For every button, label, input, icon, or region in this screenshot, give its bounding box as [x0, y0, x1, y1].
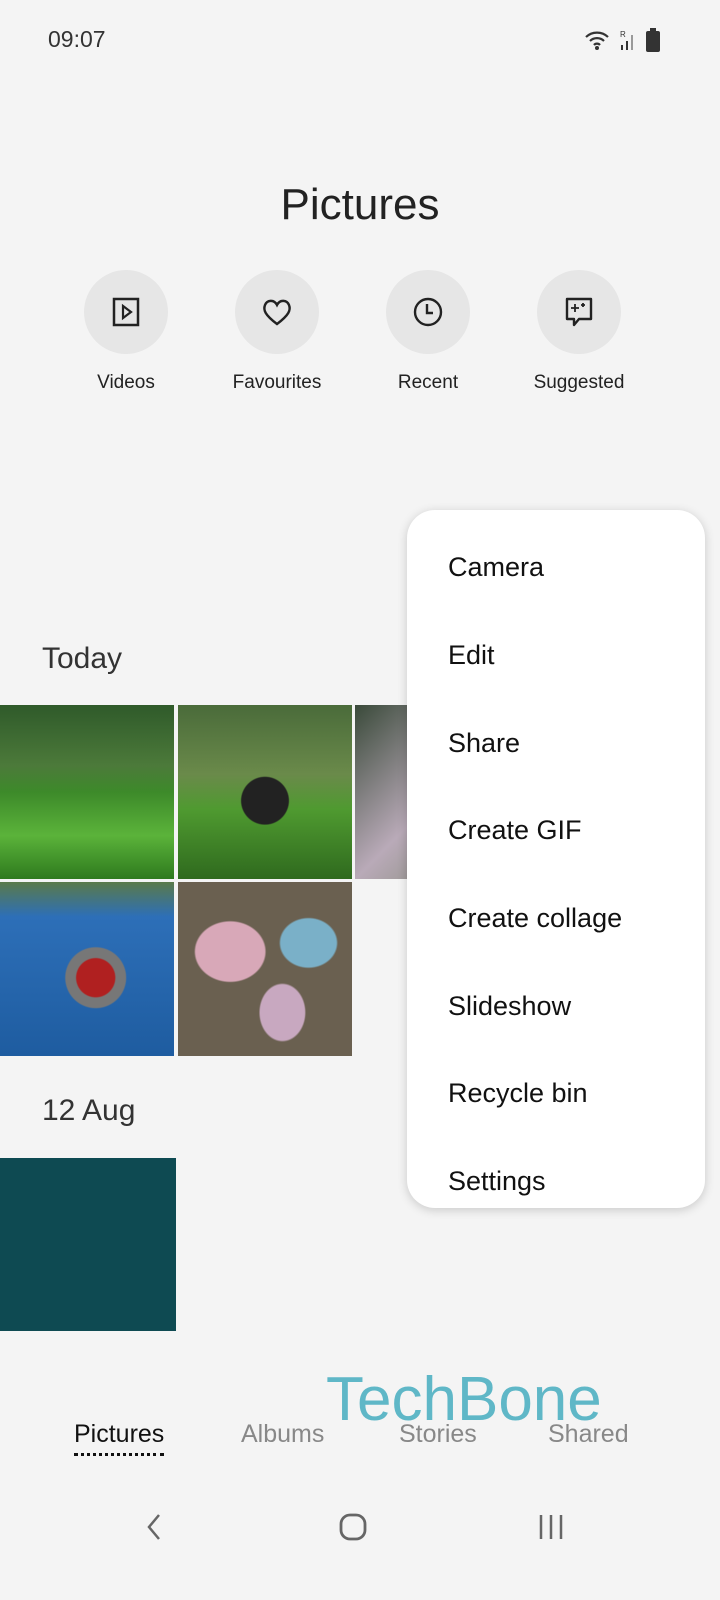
recent-button[interactable]: Recent — [353, 270, 503, 394]
back-icon[interactable] — [144, 1512, 164, 1542]
menu-item-slideshow[interactable]: Slideshow — [407, 962, 705, 1050]
videos-label: Videos — [97, 372, 155, 393]
favourites-label: Favourites — [232, 372, 322, 393]
menu-item-settings[interactable]: Settings — [407, 1138, 705, 1226]
tab-shared[interactable]: Shared — [548, 1420, 629, 1449]
heart-icon — [263, 299, 291, 326]
menu-item-create-collage[interactable]: Create collage — [407, 875, 705, 963]
tab-albums[interactable]: Albums — [241, 1420, 324, 1449]
recent-label: Recent — [397, 372, 459, 393]
signal-roaming-icon: R — [620, 30, 633, 50]
photo-thumbnail[interactable] — [0, 1158, 176, 1331]
more-options-menu: Camera Edit Share Create GIF Create coll… — [407, 510, 705, 1208]
svg-text:R: R — [620, 30, 626, 39]
menu-item-edit[interactable]: Edit — [407, 612, 705, 700]
menu-item-camera[interactable]: Camera — [407, 524, 705, 612]
suggested-label: Suggested — [533, 372, 625, 393]
wifi-icon — [585, 31, 609, 50]
video-icon — [112, 297, 140, 327]
suggested-button[interactable]: Suggested — [504, 270, 654, 394]
page-title: Pictures — [280, 180, 440, 229]
section-today: Today — [42, 642, 123, 675]
menu-item-recycle-bin[interactable]: Recycle bin — [407, 1050, 705, 1138]
tab-stories[interactable]: Stories — [399, 1420, 477, 1449]
sparkle-chat-icon — [565, 297, 593, 327]
section-12-aug: 12 Aug — [42, 1094, 136, 1127]
tab-pictures[interactable]: Pictures — [74, 1420, 164, 1456]
videos-button[interactable]: Videos — [51, 270, 201, 394]
photo-thumbnail[interactable] — [0, 705, 174, 879]
photo-thumbnail[interactable] — [178, 882, 352, 1056]
photo-thumbnail[interactable] — [178, 705, 352, 879]
favourites-button[interactable]: Favourites — [202, 270, 352, 394]
status-time: 09:07 — [48, 26, 106, 52]
battery-icon — [646, 28, 660, 52]
status-icons: R — [584, 28, 660, 52]
home-icon[interactable] — [338, 1512, 368, 1542]
clock-icon — [413, 297, 443, 327]
menu-item-share[interactable]: Share — [407, 699, 705, 787]
recents-icon[interactable] — [536, 1512, 566, 1542]
photo-thumbnail[interactable] — [0, 882, 174, 1056]
menu-item-create-gif[interactable]: Create GIF — [407, 787, 705, 875]
